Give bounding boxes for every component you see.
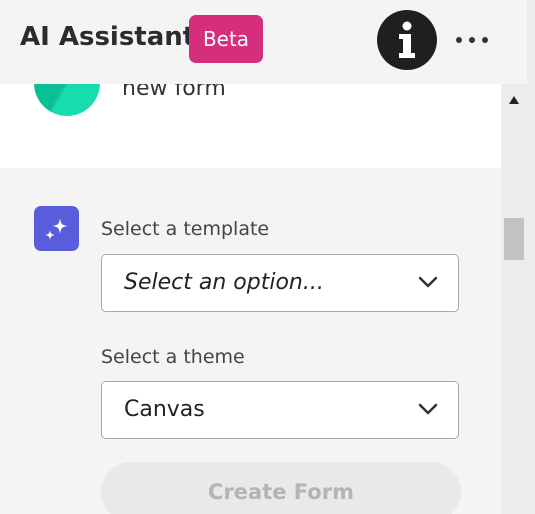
theme-select[interactable]: Canvas (101, 381, 459, 439)
theme-select-value: Canvas (124, 397, 205, 422)
scroll-up-arrow-icon[interactable] (509, 96, 519, 104)
scrollbar-edge (527, 0, 535, 514)
beta-badge: Beta (189, 15, 263, 63)
info-icon (399, 21, 415, 58)
info-button[interactable] (377, 10, 437, 70)
chat-content: new form Select a template Select an opt… (0, 84, 501, 514)
more-horizontal-icon (456, 37, 462, 43)
create-form-button[interactable]: Create Form (101, 462, 461, 514)
sparkle-icon (34, 206, 79, 251)
message-text: new form (122, 84, 226, 101)
chevron-down-icon (418, 276, 438, 288)
message-card: new form (0, 84, 501, 168)
theme-label: Select a theme (101, 346, 245, 368)
assistant-header: AI Assistant Beta (0, 0, 535, 84)
app-title: AI Assistant (20, 22, 196, 52)
scroll-thumb[interactable] (504, 218, 524, 260)
chevron-down-icon (418, 403, 438, 415)
template-select-value: Select an option... (124, 270, 324, 295)
template-label: Select a template (101, 218, 270, 240)
avatar (34, 84, 100, 116)
more-options-button[interactable] (456, 34, 488, 46)
template-select[interactable]: Select an option... (101, 254, 459, 312)
